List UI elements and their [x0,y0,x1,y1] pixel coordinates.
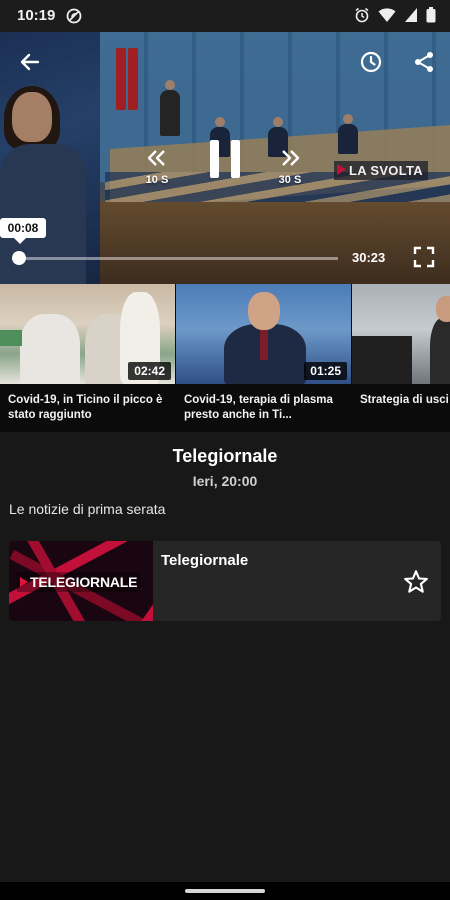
alarm-icon [354,7,370,28]
show-title: Telegiornale [172,446,278,466]
no-disturb-icon [66,8,82,29]
share-icon[interactable] [412,50,436,79]
related-thumbnail [352,284,450,384]
channel-tag-text: LA SVOLTA [349,163,423,178]
forward-label: 30 S [278,174,302,186]
program-logo-text: TELEGIORNALE [30,574,138,590]
rewind-icon [145,149,169,172]
related-title: Covid-19, in Ticino il picco è stato rag… [8,394,163,421]
rewind-10-button[interactable]: 10 S [145,149,169,186]
program-thumbnail: TELEGIORNALE [9,541,153,621]
related-videos: 02:42 Covid-19, in Ticino il picco è sta… [0,284,450,432]
play-triangle-icon [20,574,28,590]
related-card[interactable]: Strategia di usci [352,284,450,432]
back-arrow-icon[interactable] [18,50,42,79]
fast-forward-icon [278,149,302,172]
show-date: Ieri, 20:00 [192,473,258,489]
play-triangle-icon [337,163,346,178]
program-logo: TELEGIORNALE [17,572,141,592]
forward-30-button[interactable]: 30 S [278,149,302,186]
related-card[interactable]: 02:42 Covid-19, in Ticino il picco è sta… [0,284,175,432]
related-thumbnail: 02:42 [0,284,175,384]
home-handle[interactable] [185,889,265,893]
show-description: Le notizie di prima serata [9,501,166,517]
related-duration: 02:42 [128,362,171,380]
related-title: Strategia di usci [360,394,449,406]
current-time-tooltip: 00:08 [0,218,46,244]
fullscreen-icon[interactable] [412,245,436,274]
status-time: 10:19 [17,7,56,24]
related-thumbnail: 01:25 [176,284,351,384]
favorite-star-icon[interactable] [402,568,430,601]
system-nav-bar [0,882,450,900]
related-title: Covid-19, terapia di plasma presto anche… [184,394,333,421]
seek-thumb[interactable] [12,251,26,265]
video-duration: 30:23 [352,250,386,265]
related-duration: 01:25 [304,362,347,380]
battery-icon [426,7,436,28]
wifi-icon [378,7,396,28]
seek-bar[interactable] [18,257,338,260]
video-player[interactable]: 10 S 30 S LA SVOLTA [0,32,450,284]
program-name: Telegiornale [161,552,249,569]
related-card[interactable]: 01:25 Covid-19, terapia di plasma presto… [176,284,351,432]
rewind-label: 10 S [145,174,169,186]
program-card[interactable]: TELEGIORNALE Telegiornale [9,541,441,621]
history-clock-icon[interactable] [359,50,383,79]
channel-tag: LA SVOLTA [334,161,428,180]
status-bar: 10:19 [0,0,450,32]
signal-icon [404,7,418,28]
pause-button[interactable] [207,138,243,185]
